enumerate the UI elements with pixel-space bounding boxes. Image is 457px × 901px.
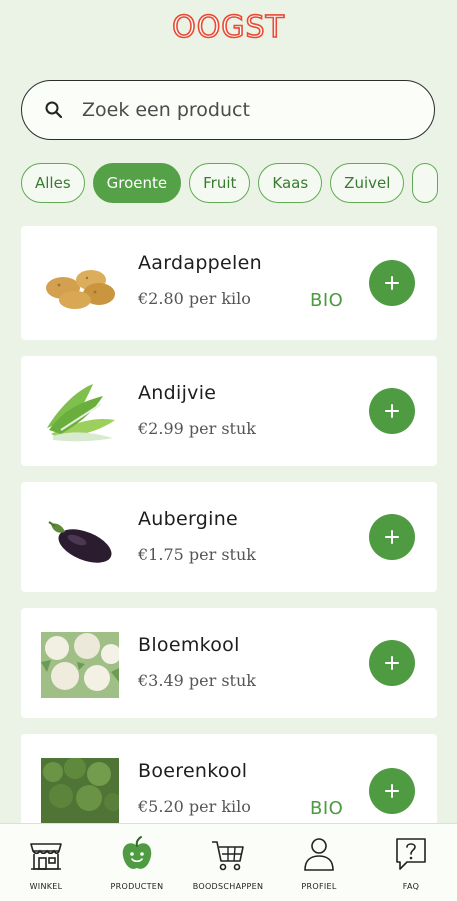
add-to-cart-button[interactable] [369, 260, 415, 306]
bio-badge: BIO [310, 798, 344, 819]
tab-profiel[interactable]: PROFIEL [274, 824, 364, 901]
search-bar[interactable] [21, 80, 435, 140]
kale-image [41, 757, 122, 824]
search-input[interactable] [80, 98, 384, 122]
filter-chip-alles[interactable]: Alles [21, 163, 85, 203]
filter-chip-groente[interactable]: Groente [92, 163, 182, 203]
tab-label: PROFIEL [301, 882, 337, 891]
category-filters: Alles Groente Fruit Kaas Zuivel [21, 163, 457, 207]
product-price: €2.80 per kilo [138, 289, 251, 308]
tab-label: WINKEL [29, 882, 63, 891]
product-name: Andijvie [138, 382, 217, 404]
product-name: Aardappelen [138, 252, 262, 274]
filter-chip-zuivel[interactable]: Zuivel [330, 163, 405, 203]
product-card[interactable]: Andijvie €2.99 per stuk [21, 356, 437, 466]
tab-label: BOODSCHAPPEN [192, 882, 264, 891]
eggplant-image [41, 506, 119, 572]
plus-icon [385, 530, 399, 544]
person-icon [304, 838, 334, 871]
product-price: €5.20 per kilo [138, 797, 251, 816]
bio-badge: BIO [310, 290, 344, 311]
tab-faq[interactable]: FAQ [366, 824, 456, 901]
shop-icon [30, 843, 62, 870]
add-to-cart-button[interactable] [369, 768, 415, 814]
search-icon [42, 98, 66, 122]
tab-label: PRODUCTEN [110, 882, 164, 891]
filter-chip-kaas[interactable]: Kaas [258, 163, 323, 203]
tab-label: FAQ [402, 882, 420, 891]
tab-producten[interactable]: PRODUCTEN [92, 824, 182, 901]
filter-chip-partial[interactable] [412, 163, 439, 203]
product-price: €2.99 per stuk [138, 419, 256, 438]
product-price: €3.49 per stuk [138, 671, 256, 690]
app-logo: OOGST [171, 9, 285, 46]
tab-boodschappen[interactable]: BOODSCHAPPEN [183, 824, 273, 901]
potatoes-image [41, 250, 119, 316]
product-name: Bloemkool [138, 634, 240, 656]
product-card[interactable]: Aubergine €1.75 per stuk [21, 482, 437, 592]
tab-winkel[interactable]: WINKEL [1, 824, 91, 901]
plus-icon [385, 276, 399, 290]
plus-icon [385, 404, 399, 418]
add-to-cart-button[interactable] [369, 640, 415, 686]
product-card[interactable]: Bloemkool €3.49 per stuk [21, 608, 437, 718]
product-price: €1.75 per stuk [138, 545, 256, 564]
product-card[interactable]: Aardappelen €2.80 per kilo BIO [21, 226, 437, 340]
product-name: Aubergine [138, 508, 239, 530]
add-to-cart-button[interactable] [369, 388, 415, 434]
question-bubble-icon [396, 838, 426, 870]
apple-icon [122, 836, 152, 869]
cart-icon [212, 841, 244, 871]
cauliflower-image [41, 632, 121, 698]
plus-icon [385, 784, 399, 798]
add-to-cart-button[interactable] [369, 514, 415, 560]
filter-chip-fruit[interactable]: Fruit [189, 163, 251, 203]
bottom-tab-bar: WINKEL PRODUCTEN BOODSCHAPPEN PROFIEL FA… [0, 823, 457, 901]
plus-icon [385, 656, 399, 670]
product-list: Aardappelen €2.80 per kilo BIO Andijvie … [21, 226, 437, 864]
product-name: Boerenkool [138, 760, 248, 782]
endive-image [41, 380, 119, 446]
